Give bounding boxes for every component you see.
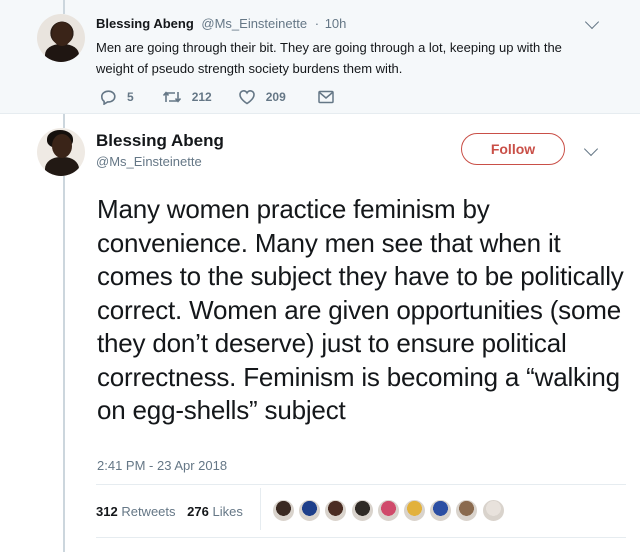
separator: · <box>314 16 320 31</box>
avatar[interactable] <box>37 14 85 62</box>
liker-avatar[interactable] <box>455 499 479 522</box>
retweet-label[interactable]: Retweets <box>121 504 175 519</box>
tweet-timestamp[interactable]: 2:41 PM - 23 Apr 2018 <box>97 458 227 473</box>
thread-line-parent <box>63 0 65 14</box>
liker-avatar[interactable] <box>481 499 505 522</box>
like-count[interactable]: 276 <box>187 504 209 519</box>
divider <box>96 484 626 485</box>
avatar[interactable] <box>37 128 85 176</box>
liker-avatar[interactable] <box>402 499 426 522</box>
liker-avatar[interactable] <box>350 499 374 522</box>
heart-icon <box>238 89 255 105</box>
liker-avatar[interactable] <box>272 499 295 522</box>
liker-avatar[interactable] <box>324 499 348 522</box>
parent-tweet-header: Blessing Abeng @Ms_Einsteinette · 10h <box>96 16 346 31</box>
reply-button[interactable]: 5 <box>100 89 134 105</box>
tweet-actions: 5 212 209 <box>100 89 372 105</box>
divider <box>260 488 261 530</box>
chevron-down-icon[interactable] <box>583 141 599 157</box>
liker-avatars <box>272 499 508 522</box>
like-count: 209 <box>265 90 286 104</box>
tweet-text: Many women practice feminism by convenie… <box>97 194 624 425</box>
author-name[interactable]: Blessing Abeng <box>96 16 194 31</box>
liker-avatar[interactable] <box>376 499 400 522</box>
reply-icon <box>100 90 116 105</box>
author-handle[interactable]: @Ms_Einsteinette <box>96 154 202 169</box>
parent-tweet-text: Men are going through their bit. They ar… <box>96 40 562 76</box>
chevron-down-icon[interactable] <box>584 14 600 30</box>
retweet-count: 212 <box>191 90 212 104</box>
reply-count: 5 <box>127 90 134 104</box>
author-handle[interactable]: @Ms_Einsteinette <box>201 16 307 31</box>
tweet-time[interactable]: 10h <box>325 16 347 31</box>
follow-button[interactable]: Follow <box>461 133 565 165</box>
parent-tweet[interactable]: Blessing Abeng @Ms_Einsteinette · 10h Me… <box>0 0 640 114</box>
author-name[interactable]: Blessing Abeng <box>96 131 224 151</box>
liker-avatar[interactable] <box>298 499 322 522</box>
like-button[interactable]: 209 <box>238 89 286 105</box>
retweet-button[interactable]: 212 <box>162 89 212 105</box>
tweet-stats: 312 Retweets 276 Likes <box>96 504 243 519</box>
liker-avatar[interactable] <box>429 499 453 522</box>
envelope-icon <box>318 90 334 104</box>
thread-line-bottom <box>63 176 65 552</box>
divider <box>96 537 626 538</box>
retweet-icon <box>162 91 181 103</box>
retweet-count[interactable]: 312 <box>96 504 118 519</box>
like-label[interactable]: Likes <box>212 504 242 519</box>
direct-message-button[interactable] <box>318 90 344 104</box>
